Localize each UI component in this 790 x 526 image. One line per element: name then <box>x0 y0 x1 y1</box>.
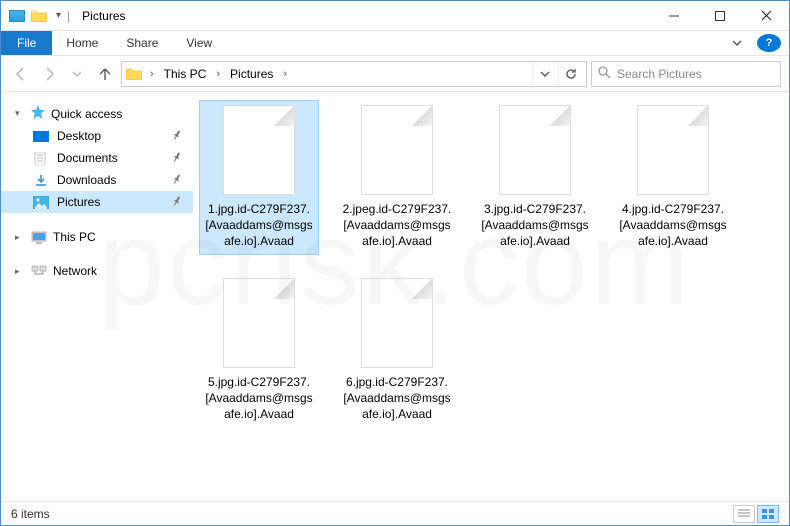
refresh-button[interactable] <box>558 62 582 86</box>
pin-icon <box>168 128 183 144</box>
file-icon <box>361 105 433 195</box>
chevron-right-icon[interactable]: › <box>279 68 291 80</box>
breadcrumb-segment-pictures[interactable]: Pictures <box>226 67 277 81</box>
search-placeholder: Search Pictures <box>617 67 702 81</box>
file-item[interactable]: 3.jpg.id-C279F237.[Avaaddams@msgsafe.io]… <box>475 100 595 255</box>
sidebar-item-label: Downloads <box>57 173 116 187</box>
tab-view[interactable]: View <box>172 31 226 55</box>
sidebar-item-network[interactable]: ▸ Network <box>1 261 193 281</box>
chevron-right-icon[interactable]: › <box>146 68 158 80</box>
file-name-label: 1.jpg.id-C279F237.[Avaaddams@msgsafe.io]… <box>204 201 314 250</box>
caret-right-icon: ▸ <box>15 232 25 243</box>
thumbnails-view-button[interactable] <box>757 505 779 523</box>
file-icon <box>223 105 295 195</box>
sidebar-item-this-pc[interactable]: ▸ This PC <box>1 227 193 247</box>
pin-icon <box>168 172 183 188</box>
file-item[interactable]: 4.jpg.id-C279F237.[Avaaddams@msgsafe.io]… <box>613 100 733 255</box>
search-input[interactable]: Search Pictures <box>591 61 781 87</box>
app-icon <box>9 10 25 22</box>
help-button[interactable]: ? <box>757 34 781 52</box>
pin-icon <box>168 194 183 210</box>
maximize-button[interactable] <box>697 1 743 30</box>
separator: | <box>67 9 70 23</box>
sidebar-label: This PC <box>53 230 96 244</box>
file-name-label: 6.jpg.id-C279F237.[Avaaddams@msgsafe.io]… <box>342 374 452 423</box>
sidebar-label: Quick access <box>51 107 122 121</box>
forward-button[interactable] <box>37 62 61 86</box>
file-list[interactable]: 1.jpg.id-C279F237.[Avaaddams@msgsafe.io]… <box>193 92 789 501</box>
file-item[interactable]: 2.jpeg.id-C279F237.[Avaaddams@msgsafe.io… <box>337 100 457 255</box>
file-icon <box>361 278 433 368</box>
file-icon <box>499 105 571 195</box>
sidebar-item-label: Desktop <box>57 129 101 143</box>
status-bar: 6 items <box>1 501 789 525</box>
recent-locations-button[interactable] <box>65 62 89 86</box>
caret-down-icon: ▾ <box>15 108 25 119</box>
up-button[interactable] <box>93 62 117 86</box>
sidebar-item-pictures[interactable]: Pictures <box>1 191 193 213</box>
pin-icon <box>168 150 183 166</box>
ribbon-tabs: File Home Share View ? <box>1 31 789 56</box>
titlebar: ▾ | Pictures <box>1 1 789 31</box>
sidebar-item-documents[interactable]: Documents <box>1 147 193 169</box>
tab-home[interactable]: Home <box>52 31 112 55</box>
network-icon <box>31 264 47 278</box>
file-name-label: 3.jpg.id-C279F237.[Avaaddams@msgsafe.io]… <box>480 201 590 250</box>
file-icon <box>223 278 295 368</box>
close-button[interactable] <box>743 1 789 30</box>
file-name-label: 4.jpg.id-C279F237.[Avaaddams@msgsafe.io]… <box>618 201 728 250</box>
file-icon <box>637 105 709 195</box>
caret-right-icon: ▸ <box>15 266 25 277</box>
sidebar-item-downloads[interactable]: Downloads <box>1 169 193 191</box>
qat-toggle-icon[interactable]: ▾ <box>56 10 61 21</box>
address-bar: › This PC › Pictures › Search Pictures <box>1 56 789 92</box>
minimize-button[interactable] <box>651 1 697 30</box>
navigation-pane: ▾ Quick access Desktop Documents Downloads… <box>1 92 193 501</box>
back-button[interactable] <box>9 62 33 86</box>
folder-icon <box>31 9 47 22</box>
sidebar-label: Network <box>53 264 97 278</box>
file-name-label: 2.jpeg.id-C279F237.[Avaaddams@msgsafe.io… <box>342 201 452 250</box>
search-icon <box>598 66 611 82</box>
sidebar-item-desktop[interactable]: Desktop <box>1 125 193 147</box>
star-icon <box>31 105 45 122</box>
tab-share[interactable]: Share <box>112 31 172 55</box>
file-item[interactable]: 1.jpg.id-C279F237.[Avaaddams@msgsafe.io]… <box>199 100 319 255</box>
item-count-label: 6 items <box>11 507 50 521</box>
file-item[interactable]: 5.jpg.id-C279F237.[Avaaddams@msgsafe.io]… <box>199 273 319 428</box>
file-name-label: 5.jpg.id-C279F237.[Avaaddams@msgsafe.io]… <box>204 374 314 423</box>
file-item[interactable]: 6.jpg.id-C279F237.[Avaaddams@msgsafe.io]… <box>337 273 457 428</box>
chevron-right-icon[interactable]: › <box>212 68 224 80</box>
breadcrumb-segment-thispc[interactable]: This PC <box>160 67 211 81</box>
sidebar-item-quick-access[interactable]: ▾ Quick access <box>1 102 193 125</box>
window-title: Pictures <box>82 9 125 23</box>
pictures-folder-icon <box>126 67 144 80</box>
computer-icon <box>31 230 47 244</box>
breadcrumb[interactable]: › This PC › Pictures › <box>121 61 587 87</box>
sidebar-item-label: Pictures <box>57 195 100 209</box>
expand-ribbon-button[interactable] <box>725 31 749 55</box>
breadcrumb-dropdown-button[interactable] <box>532 62 556 86</box>
file-menu-button[interactable]: File <box>1 31 52 55</box>
sidebar-item-label: Documents <box>57 151 118 165</box>
details-view-button[interactable] <box>733 505 755 523</box>
